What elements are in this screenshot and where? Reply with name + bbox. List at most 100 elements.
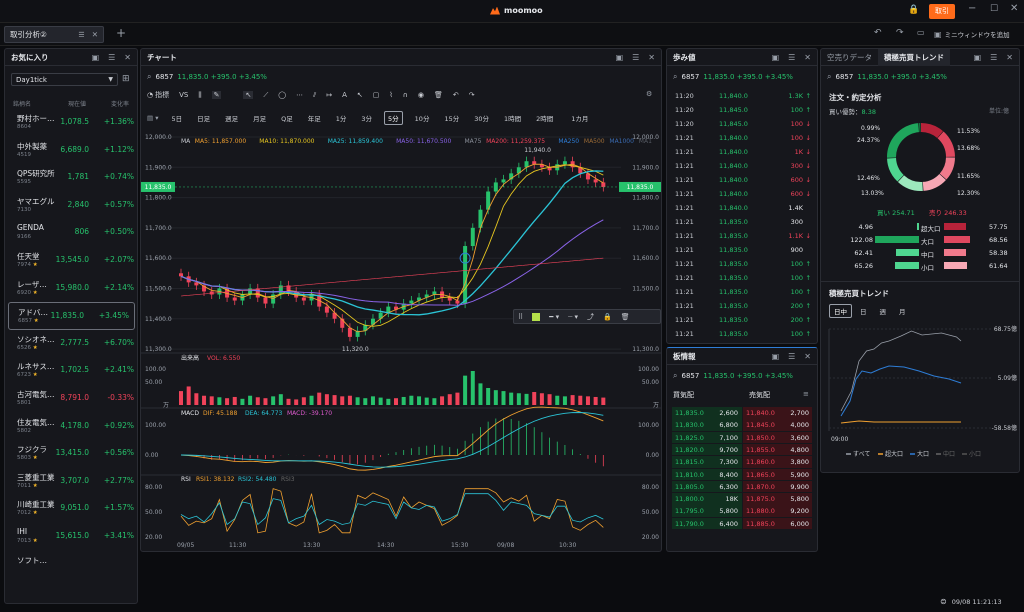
chart-settings-icon[interactable]: ⚙ — [646, 90, 652, 98]
period-8[interactable]: 5分 — [384, 111, 403, 125]
delete-icon[interactable]: 🗑 — [621, 313, 630, 321]
lock-icon[interactable]: 🔒 — [908, 5, 919, 15]
sync-icon[interactable]: ▣ — [772, 352, 780, 361]
magnet-icon[interactable]: ∩ — [403, 91, 408, 99]
tab-short-selling[interactable]: 空売りデータ — [821, 52, 878, 63]
undo-icon[interactable]: ↶ — [874, 28, 882, 38]
orderbook-row[interactable]: 11,815.0 7,300 11,860.0 3,800 — [672, 456, 812, 468]
sync-icon[interactable]: ▣ — [616, 53, 624, 62]
menu-lines-icon[interactable]: ≡ — [803, 390, 809, 398]
watchlist-row[interactable]: レーザ… 6920 ★ 15,980.0 +2.14% — [5, 275, 137, 303]
panel-close-icon[interactable]: ✕ — [804, 352, 811, 361]
sync-icon[interactable]: ▣ — [974, 53, 982, 62]
search-icon[interactable]: ⌕ — [673, 72, 677, 82]
period-4[interactable]: Q足 — [278, 112, 296, 124]
period-1[interactable]: 日足 — [194, 112, 213, 124]
search-icon[interactable]: ⌕ — [673, 371, 677, 381]
period-11[interactable]: 30分 — [471, 112, 492, 124]
menu-icon[interactable]: ☰ — [632, 53, 639, 62]
cursor-icon[interactable]: ↖ — [243, 91, 254, 99]
list-icon[interactable]: ☰ — [78, 31, 84, 39]
close-icon[interactable]: ✕ — [1010, 3, 1018, 14]
text-tool-icon[interactable]: A — [342, 91, 347, 99]
panel-close-icon[interactable]: ✕ — [804, 53, 811, 62]
watchlist-row[interactable]: ルネサス… 6723 ★ 1,702.5 +2.41% — [5, 357, 137, 385]
grid-icon[interactable]: ⊞ — [122, 74, 130, 84]
menu-icon[interactable]: ☰ — [108, 53, 115, 62]
circle-tool-icon[interactable]: ◯ — [278, 91, 286, 99]
period-3[interactable]: 月足 — [250, 112, 269, 124]
trend-tab-0[interactable]: 日中 — [829, 304, 852, 318]
orderbook-row[interactable]: 11,810.0 8,400 11,865.0 5,900 — [672, 468, 812, 481]
chart-canvas[interactable]: 12,000.0 12,000.011,900.0 11,900.011,800.0… — [141, 127, 661, 552]
range-tool-icon[interactable]: ↦ — [326, 91, 332, 99]
panel-close-icon[interactable]: ✕ — [648, 53, 655, 62]
watchlist-row[interactable]: IHI 7013 ★ 15,615.0 +3.41% — [5, 523, 137, 551]
watchlist-row[interactable]: GENDA 9166 806 +0.50% — [5, 219, 137, 247]
sync-icon[interactable]: ▣ — [92, 53, 100, 62]
add-tab-icon[interactable]: + — [116, 26, 126, 40]
watchlist-row[interactable]: QPS研究所 5595 1,781 +0.74% — [5, 164, 137, 192]
orderbook-row[interactable]: 11,835.0 2,600 11,840.0 2,700 — [672, 407, 812, 419]
menu-icon[interactable]: ☰ — [788, 53, 795, 62]
watchlist-row[interactable]: アドバ… 6857 ★ 11,835.0 +3.45% — [8, 302, 135, 330]
redo-icon[interactable]: ↷ — [896, 28, 904, 38]
redo-icon[interactable]: ↷ — [469, 91, 475, 99]
minimize-icon[interactable]: − — [968, 3, 976, 14]
period-12[interactable]: 1時間 — [501, 112, 524, 124]
watchlist-row[interactable]: ソフト… — [5, 551, 137, 579]
eye-icon[interactable]: ◉ — [418, 91, 424, 99]
mini-window-button[interactable]: ▣ ミニウィンドウを追加 — [934, 29, 1010, 40]
group-select[interactable]: Day1tick ▼ — [11, 73, 118, 86]
channel-tool-icon[interactable]: ⫽ — [313, 91, 316, 100]
color-swatch[interactable] — [532, 312, 541, 321]
orderbook-row[interactable]: 11,805.0 6,300 11,870.0 9,900 — [672, 480, 812, 493]
period-14[interactable]: 1カ月 — [568, 112, 591, 124]
trade-button[interactable]: 取引 — [929, 4, 955, 19]
orderbook-row[interactable]: 11,800.0 18K 11,875.0 5,800 — [672, 493, 812, 505]
line-style-icon[interactable]: ━ ▾ — [549, 313, 559, 321]
share-icon[interactable]: ⤴ — [587, 312, 594, 322]
menu-icon[interactable]: ☰ — [990, 53, 997, 62]
brush-icon[interactable]: ⌇ — [389, 91, 392, 99]
trend-tab-3[interactable]: 月 — [894, 304, 911, 318]
trash-icon[interactable]: 🗑 — [434, 91, 443, 99]
orderbook-row[interactable]: 11,820.0 9,700 11,855.0 4,800 — [672, 443, 812, 456]
tab-trade-analysis[interactable]: 取引分析② ☰ ✕ — [4, 26, 104, 43]
sync-icon[interactable]: ▣ — [772, 53, 780, 62]
watchlist-row[interactable]: 三菱重工業 7011 ★ 3,707.0 +2.77% — [5, 468, 137, 496]
layout-icon[interactable]: ▭ — [917, 28, 925, 37]
watchlist-row[interactable]: ソシオネ… 6526 ★ 2,777.5 +6.70% — [5, 330, 137, 358]
watchlist-row[interactable]: 川崎重工業 7012 ★ 9,051.0 +1.57% — [5, 495, 137, 523]
candles-icon[interactable]: ⫼ — [198, 91, 201, 100]
watchlist-row[interactable]: ヤマエグル…7130 2,840 +0.57% — [5, 192, 137, 220]
panel-close-icon[interactable]: ✕ — [1006, 53, 1013, 62]
fib-tool-icon[interactable]: ⋯ — [296, 91, 303, 99]
comment-icon[interactable]: ▢ — [373, 91, 380, 99]
undo-icon[interactable]: ↶ — [453, 91, 459, 99]
trend-tab-2[interactable]: 週 — [875, 304, 892, 318]
period-0[interactable]: 5日 — [168, 112, 185, 124]
search-icon[interactable]: ⌕ — [827, 72, 831, 82]
compare-button[interactable]: VS — [179, 91, 188, 99]
watchlist-row[interactable]: 任天堂 7974 ★ 13,545.0 +2.07% — [5, 247, 137, 275]
period-menu-icon[interactable]: ▤ ▾ — [147, 114, 158, 122]
period-7[interactable]: 3分 — [358, 112, 375, 124]
tab-close-icon[interactable]: ✕ — [92, 30, 98, 39]
orderbook-row[interactable]: 11,830.0 6,800 11,845.0 4,000 — [672, 419, 812, 431]
period-2[interactable]: 週足 — [222, 112, 241, 124]
menu-icon[interactable]: ☰ — [788, 352, 795, 361]
period-9[interactable]: 10分 — [412, 112, 433, 124]
maximize-icon[interactable]: ☐ — [990, 4, 998, 14]
line-width-icon[interactable]: ┈ ▾ — [568, 313, 578, 321]
watchlist-row[interactable]: 野村ホー… 8604 1,078.5 +1.36% — [5, 109, 137, 137]
period-6[interactable]: 1分 — [333, 112, 350, 124]
watchlist-row[interactable]: 古河電気… 5801 8,791.0 -0.33% — [5, 385, 137, 413]
orderbook-row[interactable]: 11,795.0 5,800 11,880.0 9,200 — [672, 505, 812, 517]
tab-flow-trend[interactable]: 積極売買トレンド — [878, 49, 950, 66]
watchlist-row[interactable]: フジクラ 5803 ★ 13,415.0 +0.56% — [5, 440, 137, 468]
period-5[interactable]: 年足 — [305, 112, 324, 124]
drag-handle-icon[interactable]: ⠿ — [518, 313, 523, 321]
lock-icon[interactable]: 🔒 — [603, 313, 612, 321]
indicator-button[interactable]: ◔ 指標 — [147, 90, 169, 100]
